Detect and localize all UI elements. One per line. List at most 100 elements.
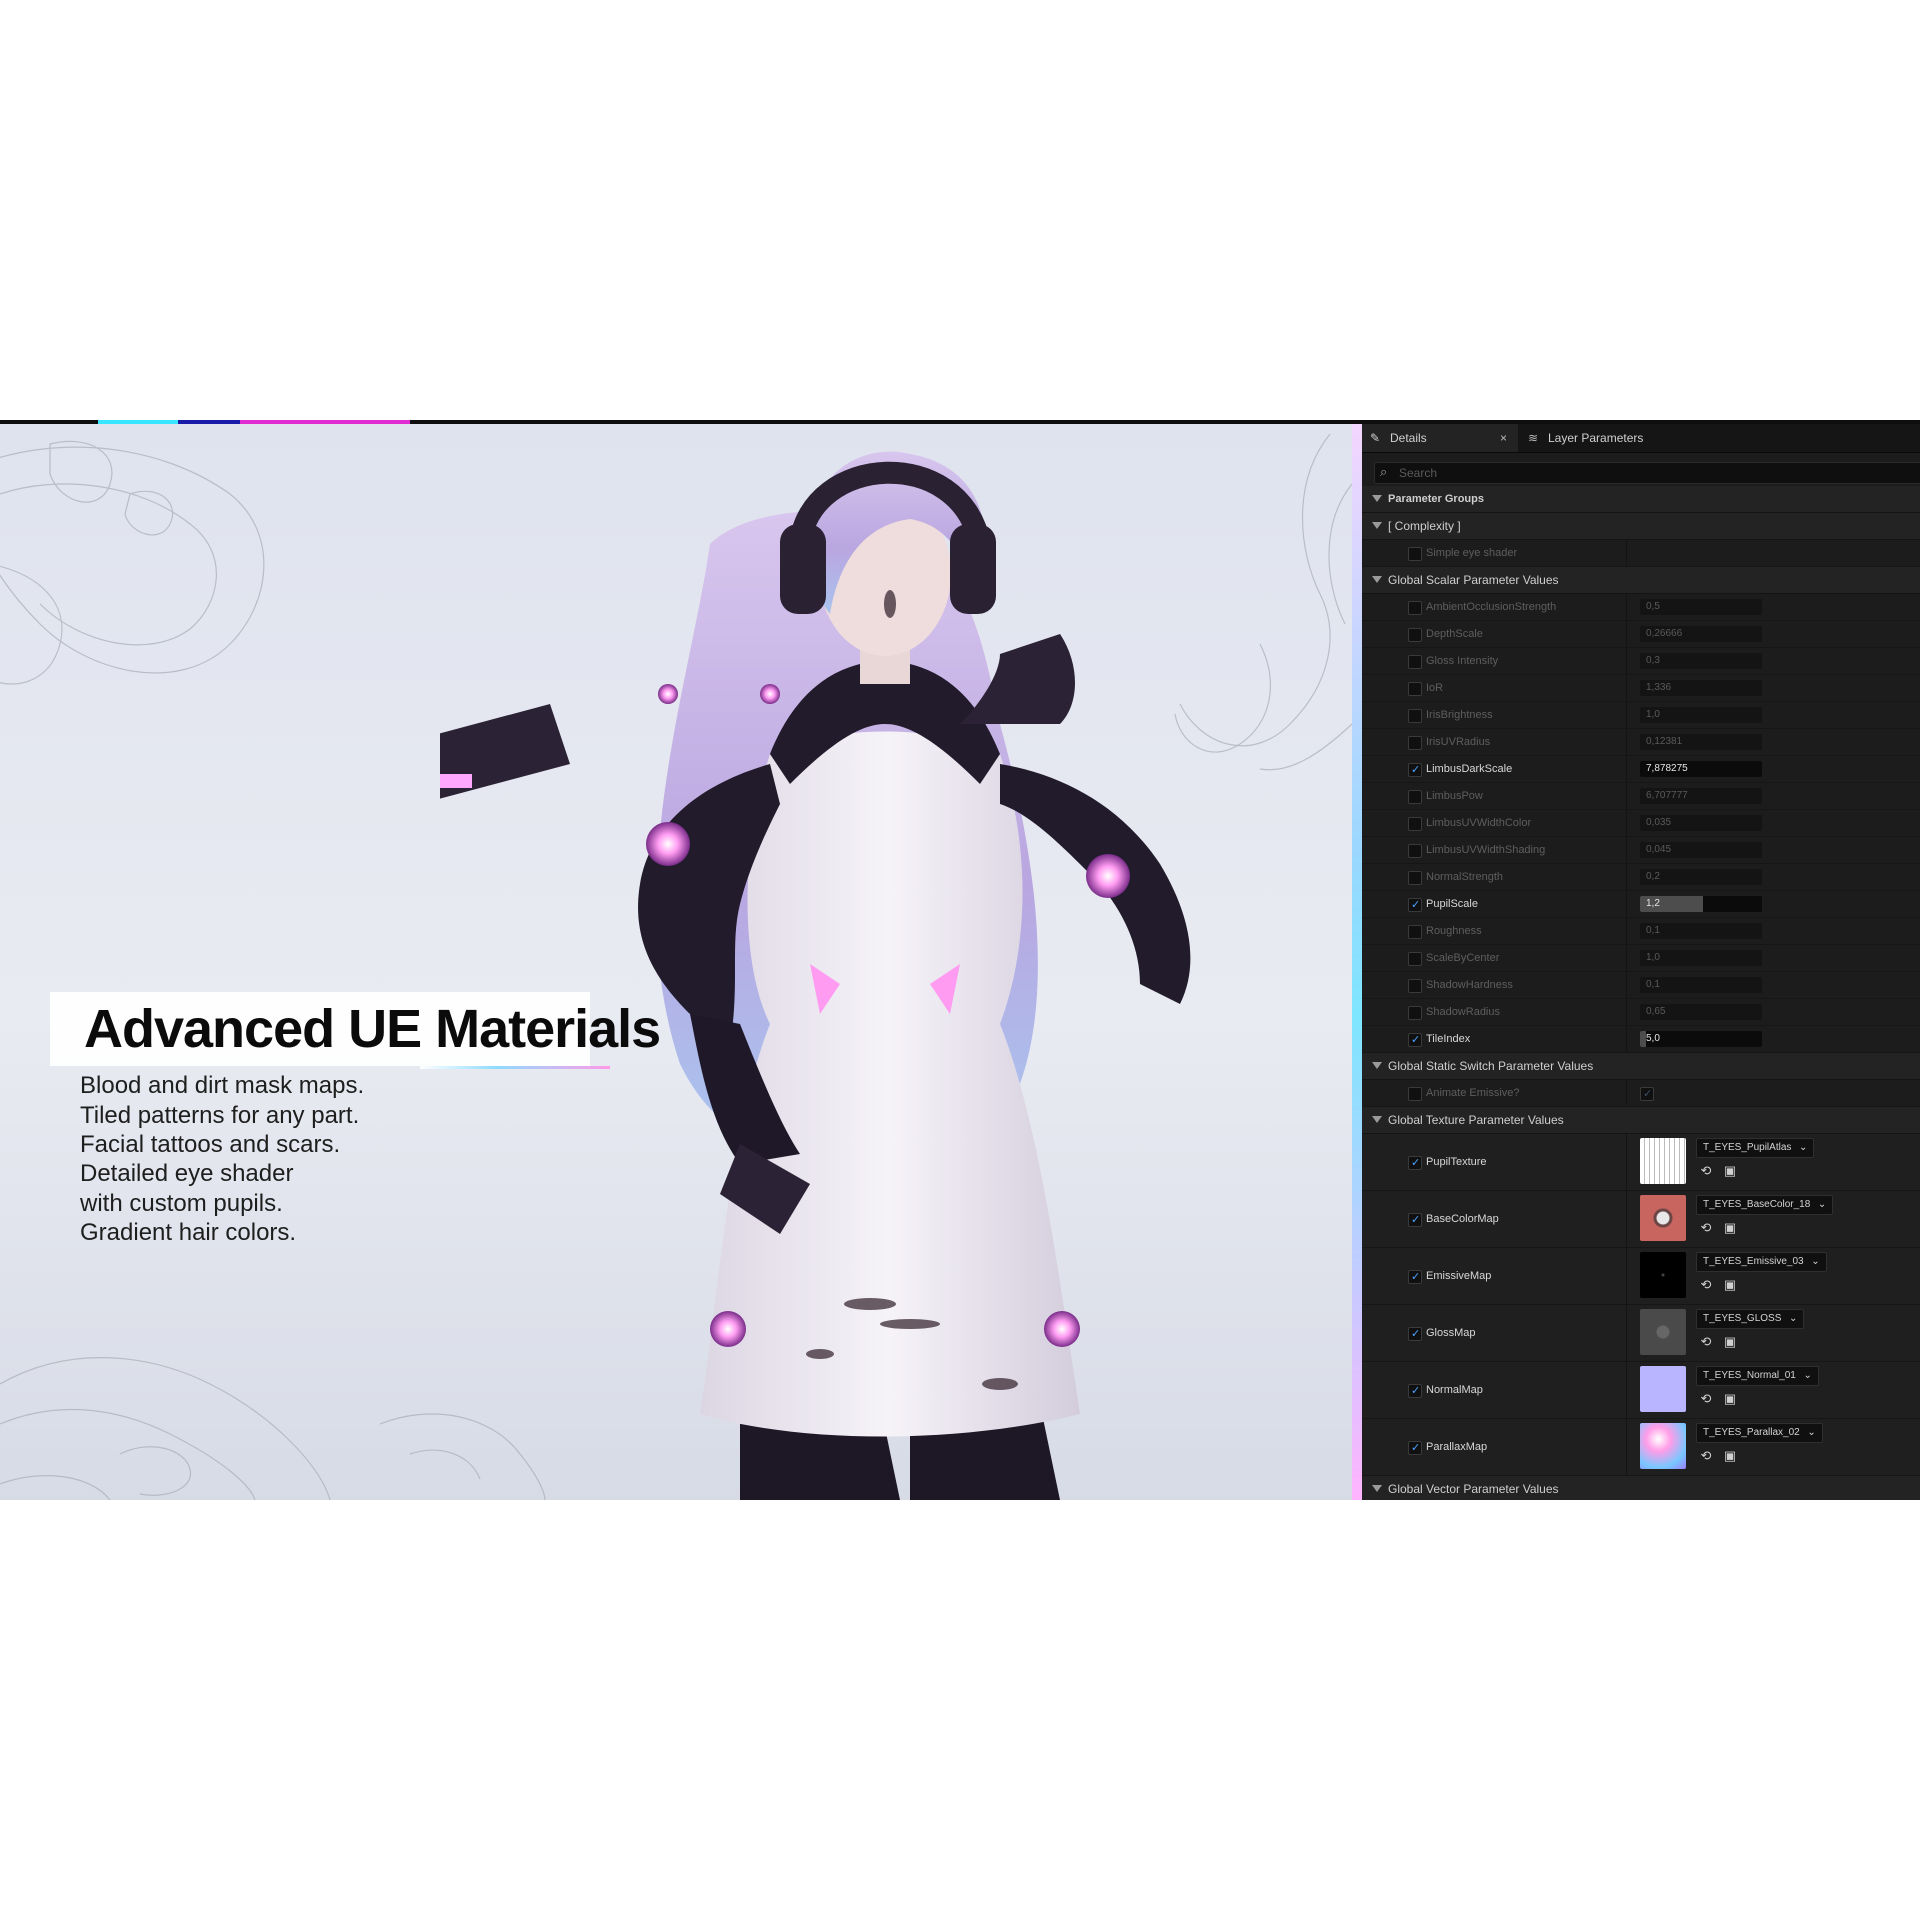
asset-picker-dropdown[interactable]: T_EYES_BaseColor_18 ⌄	[1696, 1195, 1834, 1215]
parameter-value-field[interactable]: 0,26666	[1640, 626, 1762, 642]
use-selected-icon[interactable]: ⟲	[1698, 1391, 1714, 1407]
parameter-value-field[interactable]: 0,035	[1640, 815, 1762, 831]
override-checkbox[interactable]	[1408, 682, 1422, 696]
asset-picker-dropdown[interactable]: T_EYES_Parallax_02 ⌄	[1696, 1423, 1823, 1443]
override-checkbox[interactable]	[1408, 655, 1422, 669]
override-checkbox[interactable]	[1408, 952, 1422, 966]
texture-thumbnail[interactable]	[1640, 1309, 1686, 1355]
override-checkbox[interactable]	[1408, 601, 1422, 615]
use-selected-icon[interactable]: ⟲	[1698, 1163, 1714, 1179]
expand-arrow-icon[interactable]	[1372, 495, 1382, 502]
parameter-row: Roughness 0,1	[1362, 918, 1920, 945]
pencil-icon: ✎	[1370, 431, 1381, 445]
parameter-value-field[interactable]: 7,878275	[1640, 761, 1762, 777]
use-selected-icon[interactable]: ⟲	[1698, 1334, 1714, 1350]
override-checkbox[interactable]	[1408, 1006, 1422, 1020]
use-selected-icon[interactable]: ⟲	[1698, 1277, 1714, 1293]
asset-actions: ⟲ ▣	[1698, 1163, 1748, 1181]
parameter-name: LimbusUVWidthShading	[1426, 844, 1546, 856]
parameter-row: LimbusUVWidthColor 0,035	[1362, 810, 1920, 837]
override-checkbox[interactable]: ✓	[1408, 1441, 1422, 1455]
browse-asset-icon[interactable]: ▣	[1722, 1448, 1738, 1464]
close-icon[interactable]: ×	[1500, 424, 1507, 452]
texture-thumbnail[interactable]	[1640, 1195, 1686, 1241]
expand-arrow-icon[interactable]	[1372, 1062, 1382, 1069]
group-header-texture[interactable]: Global Texture Parameter Values	[1362, 1107, 1920, 1134]
browse-asset-icon[interactable]: ▣	[1722, 1163, 1738, 1179]
parameter-value-field[interactable]: 6,707777	[1640, 788, 1762, 804]
expand-arrow-icon[interactable]	[1372, 522, 1382, 529]
parameter-value-field[interactable]: 1,0	[1640, 950, 1762, 966]
use-selected-icon[interactable]: ⟲	[1698, 1448, 1714, 1464]
parameter-value-field[interactable]: 0,12381	[1640, 734, 1762, 750]
texture-thumbnail[interactable]	[1640, 1138, 1686, 1184]
tab-layer-parameters[interactable]: ≋ Layer Parameters	[1528, 424, 1728, 452]
parameter-value-field[interactable]: 0,045	[1640, 842, 1762, 858]
parameter-value-field[interactable]: 0,5	[1640, 599, 1762, 615]
texture-thumbnail[interactable]	[1640, 1423, 1686, 1469]
group-header-scalar[interactable]: Global Scalar Parameter Values	[1362, 567, 1920, 594]
group-header-complexity[interactable]: [ Complexity ]	[1362, 513, 1920, 540]
override-checkbox[interactable]: ✓	[1408, 898, 1422, 912]
override-checkbox[interactable]	[1408, 979, 1422, 993]
parameter-row: ScaleByCenter 1,0	[1362, 945, 1920, 972]
browse-asset-icon[interactable]: ▣	[1722, 1220, 1738, 1236]
override-checkbox[interactable]: ✓	[1408, 1033, 1422, 1047]
render-viewport[interactable]: Advanced UE Materials Blood and dirt mas…	[0, 424, 1352, 1500]
asset-picker-dropdown[interactable]: T_EYES_Normal_01 ⌄	[1696, 1366, 1819, 1386]
texture-thumbnail[interactable]	[1640, 1366, 1686, 1412]
tab-details[interactable]: ✎ Details ×	[1362, 424, 1518, 452]
override-checkbox[interactable]	[1408, 925, 1422, 939]
parameter-value-field[interactable]: 0,2	[1640, 869, 1762, 885]
parameter-row: ShadowHardness 0,1	[1362, 972, 1920, 999]
parameter-value-field[interactable]: 0,1	[1640, 977, 1762, 993]
expand-arrow-icon[interactable]	[1372, 576, 1382, 583]
override-checkbox[interactable]: ✓	[1408, 763, 1422, 777]
override-checkbox[interactable]	[1408, 844, 1422, 858]
texture-parameter-row: ✓ GlossMap T_EYES_GLOSS ⌄ ⟲ ▣	[1362, 1305, 1920, 1362]
override-checkbox[interactable]: ✓	[1408, 1156, 1422, 1170]
override-checkbox[interactable]	[1408, 1087, 1422, 1101]
chevron-down-icon: ⌄	[1788, 1313, 1798, 1324]
group-label: Global Static Switch Parameter Values	[1388, 1059, 1594, 1073]
override-checkbox[interactable]	[1408, 736, 1422, 750]
browse-asset-icon[interactable]: ▣	[1722, 1334, 1738, 1350]
parameter-value-field[interactable]: 0,65	[1640, 1004, 1762, 1020]
expand-arrow-icon[interactable]	[1372, 1116, 1382, 1123]
override-checkbox[interactable]	[1408, 547, 1422, 561]
column-divider	[1626, 999, 1627, 1025]
search-input[interactable]: ⌕ Search	[1374, 462, 1920, 484]
texture-thumbnail[interactable]	[1640, 1252, 1686, 1298]
switch-value-checkbox[interactable]: ✓	[1640, 1087, 1654, 1101]
parameter-value: 6,707777	[1646, 790, 1688, 801]
override-checkbox[interactable]	[1408, 817, 1422, 831]
column-divider	[1626, 756, 1627, 782]
asset-picker-dropdown[interactable]: T_EYES_Emissive_03 ⌄	[1696, 1252, 1827, 1272]
parameter-value-field[interactable]: 0,3	[1640, 653, 1762, 669]
asset-picker-dropdown[interactable]: T_EYES_GLOSS ⌄	[1696, 1309, 1805, 1329]
override-checkbox[interactable]	[1408, 871, 1422, 885]
expand-arrow-icon[interactable]	[1372, 1485, 1382, 1492]
override-checkbox[interactable]: ✓	[1408, 1327, 1422, 1341]
use-selected-icon[interactable]: ⟲	[1698, 1220, 1714, 1236]
override-checkbox[interactable]	[1408, 709, 1422, 723]
parameter-value-field[interactable]: 1,0	[1640, 707, 1762, 723]
group-header-vector[interactable]: Global Vector Parameter Values	[1362, 1476, 1920, 1500]
browse-asset-icon[interactable]: ▣	[1722, 1277, 1738, 1293]
asset-picker-dropdown[interactable]: T_EYES_PupilAtlas ⌄	[1696, 1138, 1815, 1158]
parameter-value-field[interactable]: 1,336	[1640, 680, 1762, 696]
parameter-value-field[interactable]: 1,2	[1640, 896, 1762, 912]
parameter-name: NormalMap	[1426, 1384, 1483, 1396]
parameter-value: 1,0	[1646, 709, 1660, 720]
parameter-name: TileIndex	[1426, 1033, 1471, 1045]
override-checkbox[interactable]	[1408, 790, 1422, 804]
override-checkbox[interactable]	[1408, 628, 1422, 642]
group-header-parameter_groups[interactable]: Parameter Groups	[1362, 486, 1920, 513]
parameter-value-field[interactable]: 0,1	[1640, 923, 1762, 939]
group-header-static_switch[interactable]: Global Static Switch Parameter Values	[1362, 1053, 1920, 1080]
browse-asset-icon[interactable]: ▣	[1722, 1391, 1738, 1407]
override-checkbox[interactable]: ✓	[1408, 1384, 1422, 1398]
parameter-value-field[interactable]: 5,0	[1640, 1031, 1762, 1047]
override-checkbox[interactable]: ✓	[1408, 1213, 1422, 1227]
override-checkbox[interactable]: ✓	[1408, 1270, 1422, 1284]
